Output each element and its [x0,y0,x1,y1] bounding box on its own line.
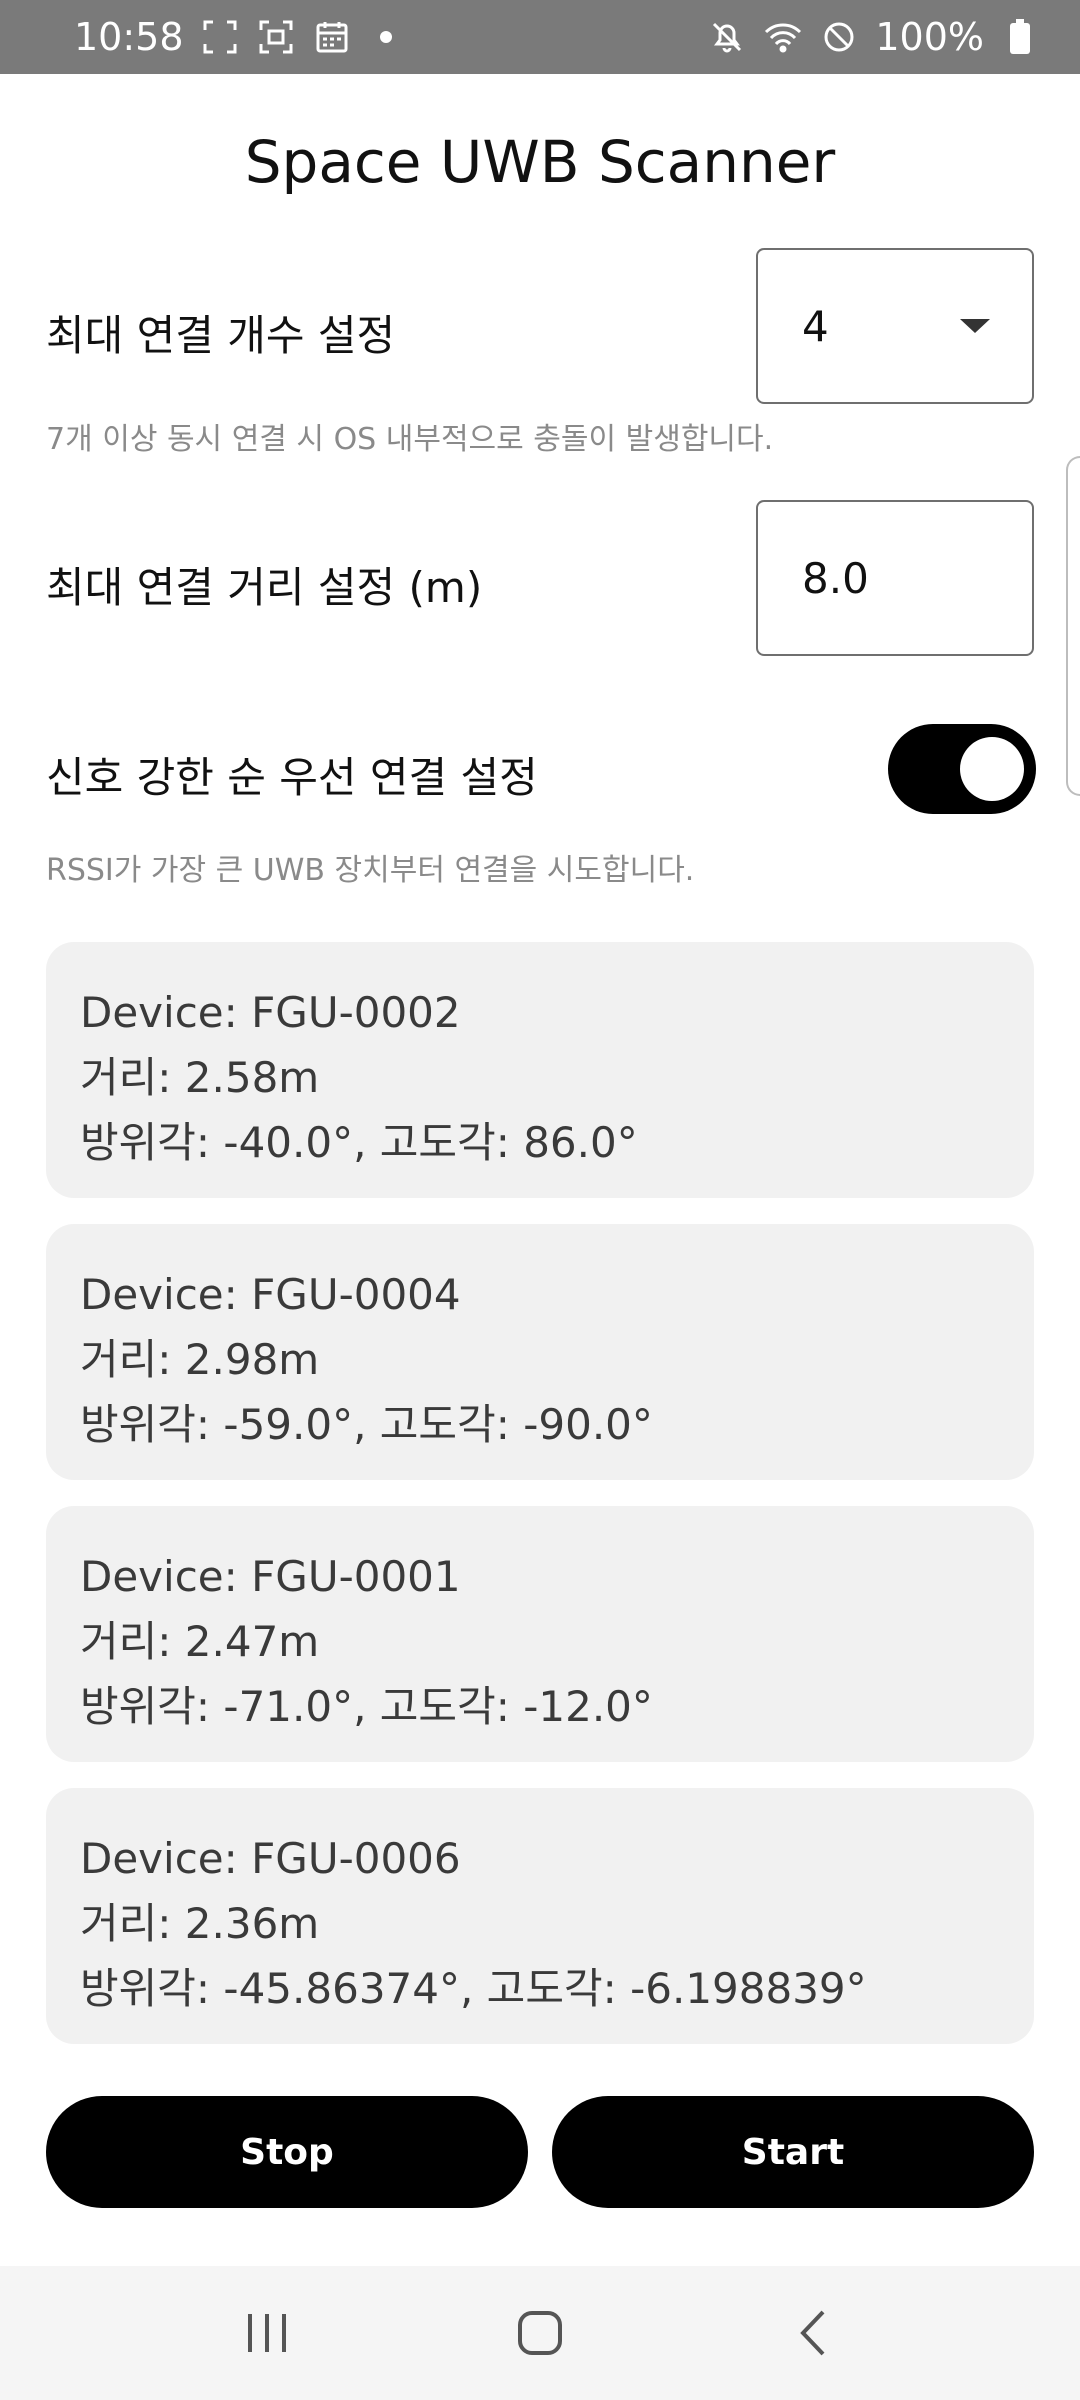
toggle-knob [960,737,1024,801]
device-card: Device: FGU-0001 거리: 2.47m 방위각: -71.0°, … [46,1506,1034,1762]
home-icon [517,2311,562,2355]
max-connections-dropdown[interactable]: 4 [756,248,1034,404]
dnd-icon [819,17,859,57]
page-title: Space UWB Scanner [244,128,836,196]
battery-percent: 100% [875,15,984,59]
device-list: Device: FGU-0002 거리: 2.58m 방위각: -40.0°, … [46,942,1034,2070]
screenshot-icon [200,17,240,57]
calendar-icon [312,17,352,57]
strong-signal-label: 신호 강한 순 우선 연결 설정 [46,753,538,802]
device-angles: 방위각: -71.0°, 고도각: -12.0° [80,1682,653,1731]
status-bar: 10:58 100% [0,0,1080,74]
back-button[interactable] [773,2293,853,2373]
stop-button[interactable]: Stop [46,2096,528,2208]
max-distance-label: 최대 연결 거리 설정 (m) [46,563,483,612]
device-distance: 거리: 2.58m [80,1053,320,1102]
strong-signal-toggle[interactable] [888,724,1036,814]
max-connections-label: 최대 연결 개수 설정 [46,311,396,360]
status-time: 10:58 [74,15,184,59]
start-button[interactable]: Start [552,2096,1034,2208]
wifi-icon [763,17,803,57]
max-connections-hint: 7개 이상 동시 연결 시 OS 내부적으로 충돌이 발생합니다. [46,422,774,457]
navigation-bar [0,2266,1080,2400]
notification-dot-icon [379,31,392,43]
mute-icon [707,17,747,57]
device-angles: 방위각: -59.0°, 고도각: -90.0° [80,1400,653,1449]
recent-apps-button[interactable] [227,2293,307,2373]
back-icon [800,2310,825,2356]
scan-icon [256,17,296,57]
device-distance: 거리: 2.47m [80,1617,320,1666]
max-connections-value: 4 [802,301,829,351]
battery-icon [1000,17,1040,57]
device-name: Device: FGU-0001 [80,1552,461,1601]
strong-signal-hint: RSSI가 가장 큰 UWB 장치부터 연결을 시도합니다. [46,853,695,888]
device-angles: 방위각: -40.0°, 고도각: 86.0° [80,1118,638,1167]
status-left: 10:58 [74,15,392,59]
device-name: Device: FGU-0002 [80,988,461,1037]
device-distance: 거리: 2.98m [80,1335,320,1384]
device-name: Device: FGU-0006 [80,1834,461,1883]
chevron-down-icon [960,319,990,333]
device-distance: 거리: 2.36m [80,1899,320,1948]
recent-apps-icon [247,2314,286,2352]
edge-panel-handle[interactable] [1066,456,1080,796]
home-button[interactable] [500,2293,580,2373]
max-distance-value: 8.0 [802,553,869,603]
device-name: Device: FGU-0004 [80,1270,461,1319]
device-angles: 방위각: -45.86374°, 고도각: -6.198839° [80,1964,867,2013]
max-distance-input[interactable]: 8.0 [756,500,1034,656]
status-right: 100% [707,15,1040,59]
device-card: Device: FGU-0002 거리: 2.58m 방위각: -40.0°, … [46,942,1034,1198]
device-card: Device: FGU-0004 거리: 2.98m 방위각: -59.0°, … [46,1224,1034,1480]
device-card: Device: FGU-0006 거리: 2.36m 방위각: -45.8637… [46,1788,1034,2044]
